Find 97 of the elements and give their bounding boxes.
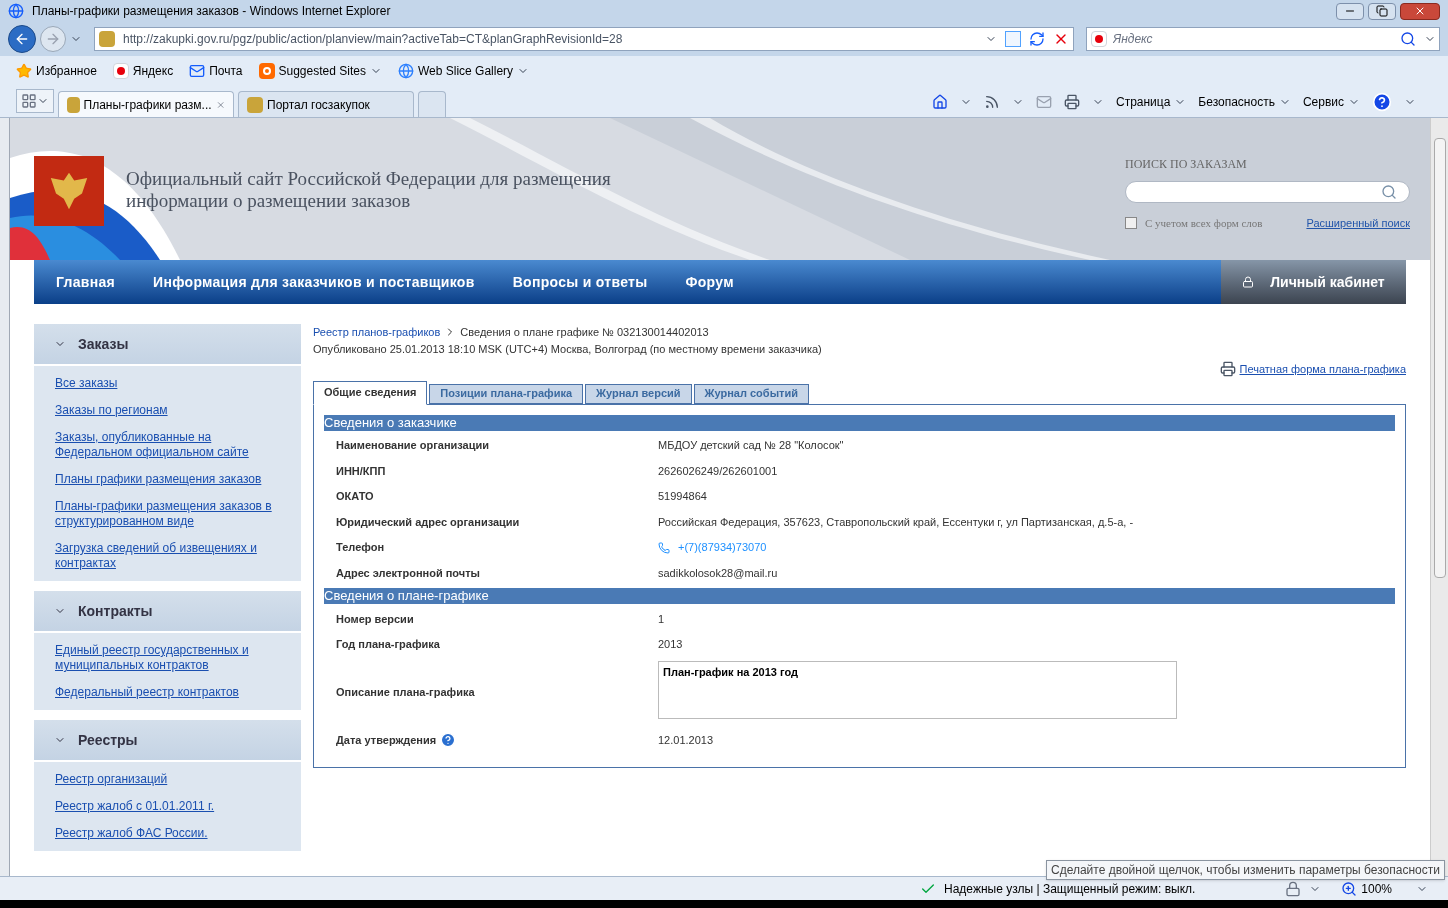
favorites-item[interactable]: Web Slice Gallery <box>397 62 530 80</box>
close-button[interactable] <box>1400 2 1440 20</box>
field-label: Описание плана-графика <box>336 685 475 700</box>
help-icon[interactable] <box>1372 92 1392 112</box>
favorites-item[interactable]: Suggested Sites <box>258 62 382 80</box>
account-button[interactable]: Личный кабинет <box>1221 260 1406 304</box>
zoom-icon <box>1341 880 1358 897</box>
sidebar-link[interactable]: Заказы, опубликованные на Федеральном официальном сайте <box>55 430 280 460</box>
browser-tab[interactable]: Планы-графики разм... <box>58 91 234 117</box>
field-value: 51994864 <box>658 489 707 505</box>
field-label: Год плана-графика <box>336 637 440 653</box>
restore-icon <box>1376 5 1388 17</box>
section-header: Сведения о плане-графике <box>324 588 1395 605</box>
field-value: 2626026249/262601001 <box>658 463 778 479</box>
mail-icon <box>189 63 206 79</box>
browser-tab[interactable]: Портал госзакупок <box>238 91 414 117</box>
browser-icon <box>8 3 24 19</box>
section-header: Сведения о заказчике <box>324 414 1395 431</box>
field-value: 2013 <box>658 637 683 653</box>
quick-tabs-button[interactable] <box>16 89 54 113</box>
tab[interactable]: Журнал версий <box>585 383 692 404</box>
favorites-item[interactable]: Почта <box>189 62 243 80</box>
help-icon[interactable] <box>440 732 457 749</box>
zoom-button[interactable]: 100% <box>1341 879 1392 898</box>
back-icon <box>14 31 30 47</box>
search-icon[interactable] <box>1381 184 1397 200</box>
search-label: ПОИСК ПО ЗАКАЗАМ <box>1125 156 1248 173</box>
grid-icon <box>21 93 37 109</box>
field-label: Дата утверждения <box>336 732 437 748</box>
print-icon[interactable] <box>1063 94 1080 110</box>
restore-button[interactable] <box>1368 2 1396 20</box>
lock-icon[interactable] <box>1285 880 1302 897</box>
minimize-button[interactable] <box>1336 2 1364 20</box>
lock-icon <box>1242 276 1255 288</box>
close-icon <box>1414 5 1426 17</box>
sidebar-header[interactable]: Заказы <box>34 324 301 366</box>
window-title: Планы-графики размещения заказов - Windows Internet Explorer <box>32 3 391 20</box>
sidebar-link[interactable]: Единый реестр государственных и муниципальных контрактов <box>55 643 280 673</box>
sidebar-link[interactable]: Загрузка сведений об извещениях и контрактах <box>55 541 280 571</box>
field-value: 1 <box>658 611 665 627</box>
nav-link[interactable]: Вопросы и ответы <box>512 271 648 293</box>
forward-icon <box>45 31 61 47</box>
description-box: План-график на 2013 год <box>658 661 1177 720</box>
nav-link[interactable]: Главная <box>56 271 116 293</box>
checkbox-label: С учетом всех форм слов <box>1145 216 1263 231</box>
field-value: МБДОУ детский сад № 28 "Колосок" <box>658 438 844 454</box>
sidebar-link[interactable]: Планы-графики размещения заказов в структурированном виде <box>55 499 280 529</box>
favorites-item[interactable]: Яндекс <box>112 62 174 80</box>
field-value: 12.01.2013 <box>658 732 714 748</box>
field-label: Наименование организации <box>336 438 490 454</box>
search-icon[interactable] <box>1400 31 1416 47</box>
breadcrumb-current: Сведения о плане графике № 032130014402013 <box>460 325 709 340</box>
field-value: sadikkolosok28@mail.ru <box>658 566 778 581</box>
sidebar-link[interactable]: Все заказы <box>55 376 280 391</box>
tab[interactable]: Позиции плана-графика <box>429 383 583 404</box>
print-icon <box>1219 361 1236 378</box>
back-button[interactable] <box>8 25 36 53</box>
tooltip: Сделайте двойной щелчок, чтобы изменить параметры безопасности <box>1046 860 1445 880</box>
phone-link[interactable]: +(7)(87934)73070 <box>678 539 767 556</box>
nav-link[interactable]: Форум <box>685 271 734 293</box>
home-icon[interactable] <box>931 94 948 110</box>
order-search-field[interactable] <box>1125 181 1410 203</box>
print-form-link[interactable]: Печатная форма плана-графика <box>1239 361 1406 378</box>
sidebar-link[interactable]: Реестр жалоб ФАС России. <box>55 826 280 841</box>
sidebar-link[interactable]: Планы графики размещения заказов <box>55 472 280 487</box>
sidebar-link[interactable]: Реестр организаций <box>55 772 280 787</box>
published-text: Опубликовано 25.01.2013 18:10 MSK (UTC+4) Москва, Волгоград (по местному времени заказчика) <box>313 341 823 357</box>
site-title: Официальный сайт Российской Федерации для размещения информации о размещении заказов <box>126 168 612 212</box>
search-field[interactable]: Яндекс <box>1086 27 1440 51</box>
checkbox[interactable] <box>1125 217 1137 230</box>
tab[interactable]: Общие сведения <box>313 380 428 405</box>
nav-link[interactable]: Информация для заказчиков и поставщиков <box>153 271 475 293</box>
refresh-icon[interactable] <box>1029 31 1045 47</box>
sidebar-header[interactable]: Контракты <box>34 591 301 633</box>
field-label: ОКАТО <box>336 489 374 505</box>
sidebar-link[interactable]: Федеральный реестр контрактов <box>55 685 280 700</box>
field-label: Номер версии <box>336 611 414 627</box>
field-label: Адрес электронной почты <box>336 566 480 581</box>
favorites-item[interactable]: Избранное <box>16 62 97 80</box>
status-text: Надежные узлы | Защищенный режим: выкл. <box>944 880 1196 898</box>
star-icon <box>16 63 32 79</box>
command-menu[interactable]: Сервис <box>1302 93 1360 111</box>
field-label: Юридический адрес организации <box>336 514 520 530</box>
field-label: ИНН/КПП <box>336 463 386 479</box>
field-label: Телефон <box>336 540 385 556</box>
sidebar-link[interactable]: Заказы по регионам <box>55 403 280 418</box>
phone-icon <box>658 541 670 554</box>
address-field[interactable]: http://zakupki.gov.ru/pgz/public/action/planview/main?activeTab=CT&planGraphRevisionId=28 <box>94 27 1074 51</box>
field-value: Российская Федерация, 357623, Ставропольский край, Ессентуки г, ул Партизанская, д.5-а, - <box>658 514 1134 530</box>
feed-icon[interactable] <box>983 94 1000 110</box>
advanced-search-link[interactable]: Расширенный поиск <box>1306 215 1410 232</box>
command-menu[interactable]: Безопасность <box>1198 93 1291 111</box>
tab[interactable]: Журнал событий <box>693 383 809 404</box>
sidebar-link[interactable]: Реестр жалоб с 01.01.2011 г. <box>55 799 280 814</box>
sidebar-header[interactable]: Реестры <box>34 720 301 762</box>
breadcrumb-link[interactable]: Реестр планов-графиков <box>313 324 441 341</box>
command-menu[interactable]: Страница <box>1115 93 1187 111</box>
